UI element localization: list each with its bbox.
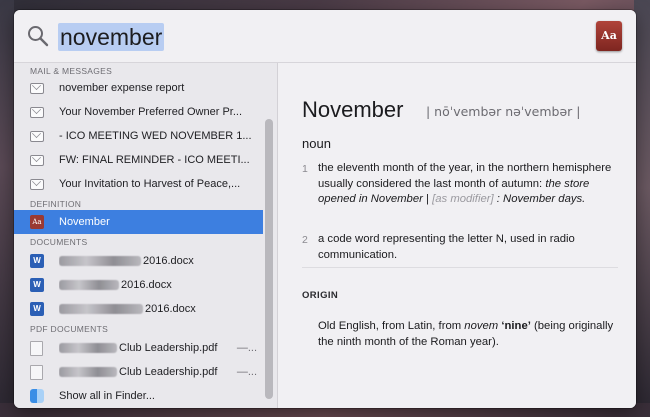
- desktop-background-right: [634, 0, 650, 417]
- origin-text-pre: Old English, from Latin, from: [318, 320, 462, 332]
- document-result-label: 2016.docx: [121, 279, 172, 291]
- search-input[interactable]: november: [58, 23, 165, 51]
- redacted-filename: [59, 280, 119, 291]
- mail-result-5[interactable]: Your Invitation to Harvest of Peace,...: [14, 172, 263, 196]
- document-result-2[interactable]: W 2016.docx: [14, 273, 263, 297]
- origin-heading: ORIGIN: [302, 290, 339, 301]
- preview-pane: November | nōˈvembər nəˈvembər | noun 1 …: [278, 63, 636, 408]
- show-all-in-finder[interactable]: Show all in Finder...: [14, 384, 263, 408]
- definition-result[interactable]: Aa November: [14, 210, 263, 234]
- search-icon: [28, 26, 49, 47]
- redacted-filename: [59, 256, 141, 267]
- dictionary-app-icon[interactable]: Aa: [596, 21, 622, 51]
- mail-result-2[interactable]: Your November Preferred Owner Pr...: [14, 100, 263, 124]
- dictionary-pronunciation: | nōˈvembər nəˈvembər |: [426, 104, 581, 119]
- desktop-background-left: [0, 0, 14, 417]
- definition-result-label: November: [59, 216, 110, 228]
- pdf-result-trail: —...: [236, 366, 257, 378]
- redacted-filename: [59, 304, 143, 315]
- section-header-pdf: PDF DOCUMENTS: [30, 324, 109, 334]
- pdf-result-trail: —...: [236, 342, 257, 354]
- section-header-mail: MAIL & MESSAGES: [30, 66, 113, 76]
- spotlight-search-bar: november Aa: [14, 10, 636, 63]
- results-scrollbar[interactable]: [265, 119, 273, 399]
- pdf-result-label: Club Leadership.pdf: [119, 366, 218, 378]
- mail-result-4[interactable]: FW: FINAL REMINDER - ICO MEETI...: [14, 148, 263, 172]
- definition-number-1: 1: [302, 163, 308, 175]
- section-divider: [302, 267, 618, 268]
- finder-icon: [30, 389, 44, 403]
- mail-icon: [30, 155, 44, 166]
- definition-1-example-2: : November days.: [496, 193, 586, 205]
- mail-icon: [30, 131, 44, 142]
- origin-word: novem: [464, 320, 499, 332]
- mail-result-3[interactable]: - ICO MEETING WED NOVEMBER 1...: [14, 124, 263, 148]
- word-document-icon: W: [30, 278, 44, 292]
- word-document-icon: W: [30, 254, 44, 268]
- mail-result-label: november expense report: [59, 82, 185, 94]
- pdf-result-2[interactable]: Club Leadership.pdf —...: [14, 360, 263, 384]
- mail-icon: [30, 83, 44, 94]
- pdf-document-icon: [30, 365, 43, 380]
- document-result-3[interactable]: W 2016.docx: [14, 297, 263, 321]
- mail-result-label: - ICO MEETING WED NOVEMBER 1...: [59, 130, 252, 142]
- origin-text: Old English, from Latin, from novem ‘nin…: [318, 319, 618, 350]
- word-document-icon: W: [30, 302, 44, 316]
- mail-result-label: Your Invitation to Harvest of Peace,...: [59, 178, 241, 190]
- show-all-label: Show all in Finder...: [59, 390, 155, 402]
- dictionary-headword: November: [302, 97, 404, 122]
- redacted-filename: [59, 367, 117, 378]
- mail-icon: [30, 107, 44, 118]
- definition-number-2: 2: [302, 234, 308, 246]
- dictionary-icon: Aa: [30, 215, 44, 229]
- definition-1-separator: |: [426, 193, 429, 205]
- mail-result-label: Your November Preferred Owner Pr...: [59, 106, 243, 118]
- definition-1-modifier: [as modifier]: [432, 193, 494, 205]
- definition-1: the eleventh month of the year, in the n…: [318, 161, 618, 208]
- definition-2: a code word representing the letter N, u…: [318, 233, 575, 261]
- pdf-result-1[interactable]: Club Leadership.pdf —...: [14, 336, 263, 360]
- redacted-filename: [59, 343, 117, 354]
- mail-result-1[interactable]: november expense report: [14, 76, 263, 100]
- pdf-result-label: Club Leadership.pdf: [119, 342, 218, 354]
- mail-result-label: FW: FINAL REMINDER - ICO MEETI...: [59, 154, 250, 166]
- section-header-definition: DEFINITION: [30, 199, 82, 209]
- document-result-label: 2016.docx: [143, 255, 194, 267]
- document-result-label: 2016.docx: [145, 303, 196, 315]
- mail-icon: [30, 179, 44, 190]
- origin-gloss: ‘nine’: [501, 320, 531, 332]
- spotlight-window: november Aa MAIL & MESSAGES november exp…: [14, 10, 636, 408]
- results-list: MAIL & MESSAGES november expense report …: [14, 63, 278, 408]
- pdf-document-icon: [30, 341, 43, 356]
- part-of-speech: noun: [302, 136, 331, 151]
- section-header-documents: DOCUMENTS: [30, 237, 88, 247]
- document-result-1[interactable]: W 2016.docx: [14, 249, 263, 273]
